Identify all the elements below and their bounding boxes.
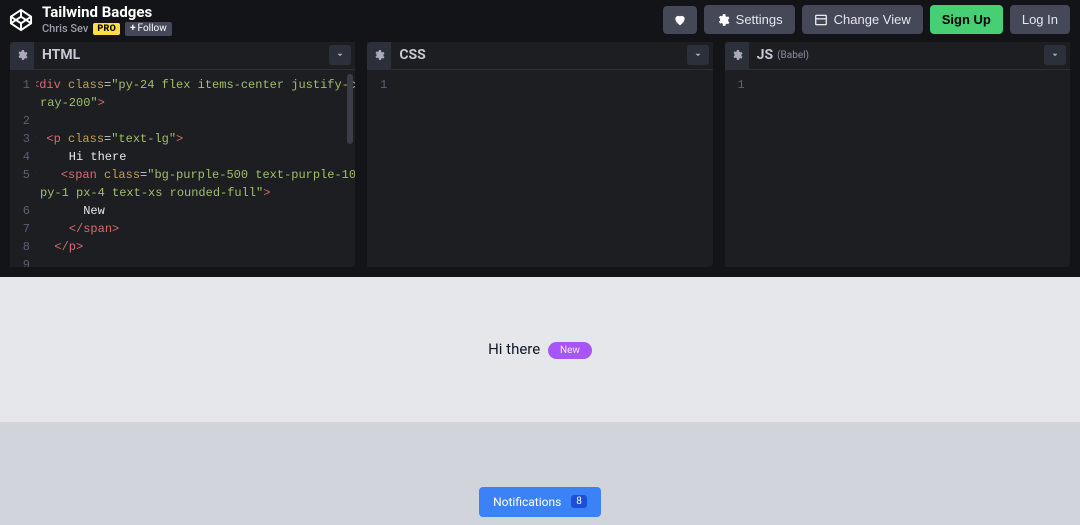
css-collapse-button[interactable] xyxy=(687,45,709,65)
js-gutter: 1 xyxy=(725,70,751,267)
preview-notifications-button[interactable]: Notifications 8 xyxy=(479,487,601,517)
html-collapse-button[interactable] xyxy=(329,45,351,65)
html-pane: HTML 123456789101112 ▾<div class="py-24 … xyxy=(10,42,355,267)
app-header: Tailwind Badges Chris Sev PRO + Follow S… xyxy=(0,0,1080,42)
chevron-down-icon xyxy=(1050,50,1060,60)
css-pane-title: CSS xyxy=(391,47,425,63)
gear-icon xyxy=(16,49,28,61)
css-pane-header: CSS xyxy=(367,42,712,70)
chevron-down-icon xyxy=(693,50,703,60)
css-settings-button[interactable] xyxy=(367,42,391,69)
follow-button[interactable]: + Follow xyxy=(125,22,172,36)
chevron-down-icon xyxy=(335,50,345,60)
preview-badge-new: New xyxy=(548,342,592,359)
change-view-label: Change View xyxy=(834,12,911,27)
css-pane: CSS 1 xyxy=(367,42,712,267)
pen-title: Tailwind Badges xyxy=(42,4,172,21)
pro-badge: PRO xyxy=(93,23,120,35)
js-editor[interactable]: 1 xyxy=(725,70,1070,267)
login-label: Log In xyxy=(1022,12,1058,27)
gear-icon xyxy=(373,49,385,61)
title-block: Tailwind Badges Chris Sev PRO + Follow xyxy=(42,4,172,36)
signup-button[interactable]: Sign Up xyxy=(930,5,1003,34)
login-button[interactable]: Log In xyxy=(1010,5,1070,34)
css-code[interactable] xyxy=(393,70,712,267)
signup-label: Sign Up xyxy=(942,12,991,27)
settings-label: Settings xyxy=(736,12,783,27)
preview-frame: Hi there New Notifications 8 xyxy=(0,277,1080,525)
html-settings-button[interactable] xyxy=(10,42,34,69)
plus-icon: + xyxy=(130,23,135,35)
gear-icon xyxy=(716,13,730,27)
js-pane-header: JS (Babel) xyxy=(725,42,1070,70)
html-pane-header: HTML xyxy=(10,42,355,70)
js-collapse-button[interactable] xyxy=(1044,45,1066,65)
heart-icon xyxy=(673,13,687,27)
layout-icon xyxy=(814,13,828,27)
gear-icon xyxy=(731,49,743,61)
change-view-button[interactable]: Change View xyxy=(802,5,923,34)
js-pane-title: JS xyxy=(749,47,773,63)
css-gutter: 1 xyxy=(367,70,393,267)
html-code[interactable]: ▾<div class="py-24 flex items-center jus… xyxy=(36,70,355,267)
preview-text-hi: Hi there New xyxy=(488,340,592,358)
css-editor[interactable]: 1 xyxy=(367,70,712,267)
preview-section-2: Notifications 8 xyxy=(0,422,1080,525)
js-code[interactable] xyxy=(751,70,1070,267)
codepen-logo[interactable] xyxy=(8,7,34,33)
editor-row: HTML 123456789101112 ▾<div class="py-24 … xyxy=(0,42,1080,277)
preview-section-1: Hi there New xyxy=(0,277,1080,422)
preview-hi-label: Hi there xyxy=(488,340,540,358)
js-pane-subtitle: (Babel) xyxy=(777,50,809,61)
follow-label: Follow xyxy=(138,23,167,35)
author-name[interactable]: Chris Sev xyxy=(42,23,88,36)
preview-notifications-count: 8 xyxy=(571,495,587,508)
preview-notifications-label: Notifications xyxy=(493,495,561,509)
settings-button[interactable]: Settings xyxy=(704,5,795,34)
js-pane: JS (Babel) 1 xyxy=(725,42,1070,267)
codepen-icon xyxy=(9,8,33,32)
html-gutter: 123456789101112 xyxy=(10,70,36,267)
html-pane-title: HTML xyxy=(34,47,80,63)
scrollbar[interactable] xyxy=(347,74,353,144)
heart-button[interactable] xyxy=(663,6,697,34)
html-editor[interactable]: 123456789101112 ▾<div class="py-24 flex … xyxy=(10,70,355,267)
js-settings-button[interactable] xyxy=(725,42,749,69)
